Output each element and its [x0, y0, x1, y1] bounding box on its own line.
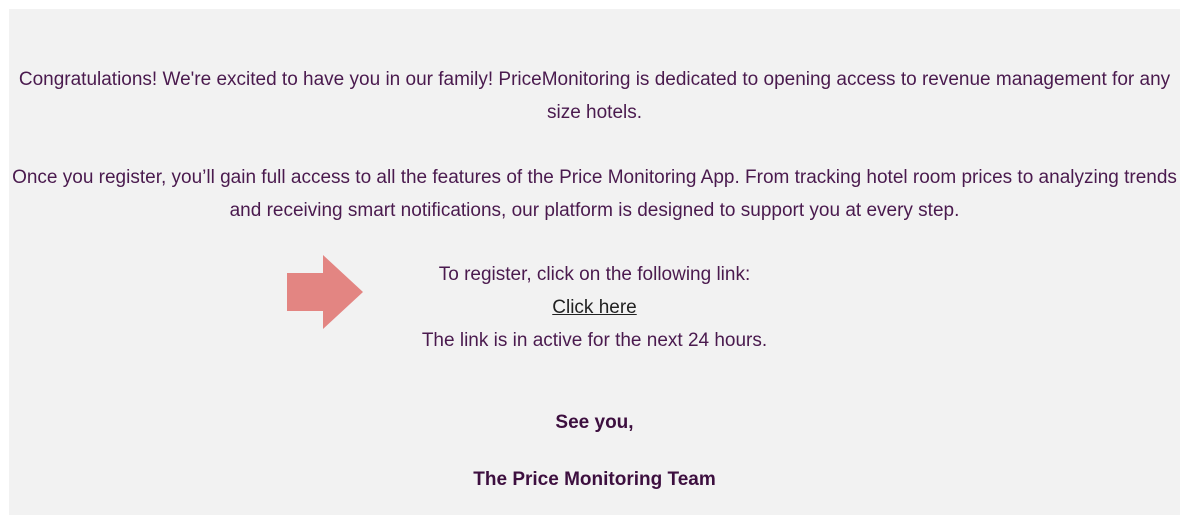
intro-paragraph: Congratulations! We're excited to have y…	[18, 69, 1171, 123]
signoff-greeting: See you,	[555, 412, 634, 433]
register-section: To register, click on the following link…	[9, 258, 1180, 357]
register-prompt: To register, click on the following link…	[438, 264, 751, 285]
email-body: Congratulations! We're excited to have y…	[9, 9, 1180, 515]
link-expiry-notice: The link is in active for the next 24 ho…	[421, 330, 768, 351]
register-link[interactable]: Click here	[552, 297, 636, 318]
signoff-team: The Price Monitoring Team	[473, 469, 716, 490]
features-paragraph: Once you register, you’ll gain full acce…	[12, 167, 1177, 221]
